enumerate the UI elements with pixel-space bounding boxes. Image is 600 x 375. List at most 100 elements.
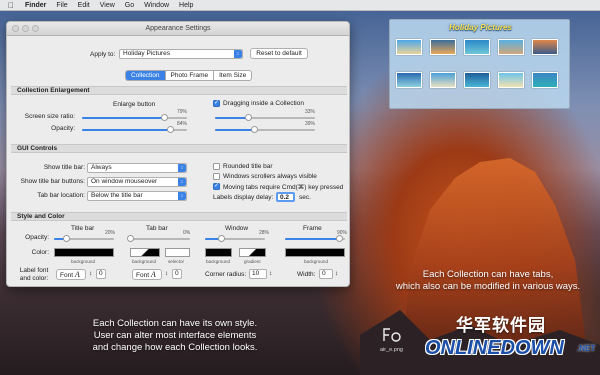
photo-thumbnail[interactable] — [430, 72, 456, 88]
tab-bar-opacity-value: 0% — [183, 230, 191, 236]
width-field[interactable]: 0 — [319, 269, 333, 279]
photo-thumbnail[interactable] — [532, 39, 558, 55]
frame-opacity-slider[interactable] — [285, 235, 345, 242]
window-opacity-value: 28% — [259, 230, 270, 236]
slider-knob[interactable] — [244, 114, 252, 121]
holiday-pictures-collection[interactable]: Holiday Pictures — [389, 19, 570, 109]
tab-bar-background-swatch[interactable] — [130, 248, 160, 257]
menu-help[interactable]: Help — [179, 2, 193, 9]
screen-size-ratio-slider[interactable] — [82, 114, 187, 121]
tab-collection[interactable]: Collection — [126, 71, 166, 80]
rounded-title-bar-checkbox[interactable] — [213, 163, 220, 170]
minimize-button[interactable] — [22, 25, 29, 32]
photo-thumbnail[interactable] — [396, 72, 422, 88]
labels-delay-field[interactable]: 0.2 — [276, 192, 295, 202]
window-background-caption: background — [206, 259, 231, 264]
tab-bar-font-button[interactable]: Font A — [132, 269, 162, 280]
tab-bar-opacity-slider[interactable] — [126, 235, 190, 242]
appearance-settings-window: Appearance Settings Apply to: Holiday Pi… — [6, 21, 350, 287]
title-bar-opacity-value: 20% — [105, 230, 116, 236]
enlarge-button-label: Enlarge button — [113, 101, 156, 108]
title-bar-font-button[interactable]: Font A — [56, 269, 86, 280]
show-title-bar-select[interactable]: Always ↕ — [87, 163, 187, 173]
style-opacity-label: Opacity: — [25, 234, 49, 241]
apply-to-value: Holiday Pictures — [123, 50, 170, 57]
font-button-label: Font — [60, 272, 74, 279]
apply-to-select[interactable]: Holiday Pictures ↕ — [119, 49, 243, 59]
window-title-bar: Appearance Settings — [7, 22, 349, 36]
moving-tabs-label: Moving tabs require Cmd(⌘) key pressed — [223, 184, 344, 191]
font-size-arrows-icon[interactable]: ↕ — [165, 270, 168, 277]
tab-bar-font-size-field[interactable]: 0 — [172, 269, 182, 279]
zoom-button[interactable] — [32, 25, 39, 32]
font-button-label: Font — [136, 272, 150, 279]
font-size-arrows-icon[interactable]: ↕ — [89, 270, 92, 277]
menu-edit[interactable]: Edit — [78, 2, 90, 9]
watermark-domain-suffix: .NET — [577, 344, 596, 353]
slider-knob[interactable] — [218, 235, 226, 242]
stepper-icon[interactable]: ↕ — [335, 270, 338, 277]
dragging-slider-1[interactable] — [215, 114, 315, 121]
developer-logo-text: air_e.png — [380, 347, 403, 353]
close-button[interactable] — [12, 25, 19, 32]
show-title-bar-value: Always — [91, 164, 112, 171]
enlargement-opacity-slider[interactable] — [82, 126, 187, 133]
tab-photo-frame[interactable]: Photo Frame — [166, 71, 215, 80]
caption-tabs: Each Collection can have tabs, which als… — [395, 269, 581, 292]
photo-thumbnail[interactable] — [396, 39, 422, 55]
reset-to-default-button[interactable]: Reset to default — [250, 48, 308, 59]
photo-thumbnail[interactable] — [464, 39, 490, 55]
title-bar-opacity-slider[interactable] — [54, 235, 114, 242]
font-glyph-icon: A — [150, 270, 156, 279]
apple-icon[interactable]:  — [8, 1, 14, 10]
slider-knob[interactable] — [161, 114, 169, 121]
slider-knob[interactable] — [126, 235, 134, 242]
stepper-icon[interactable]: ↕ — [269, 270, 272, 277]
dragging-slider-2[interactable] — [215, 126, 315, 133]
moving-tabs-checkbox[interactable]: ✓ — [213, 183, 220, 190]
tab-bar-location-label: Tab bar location: — [37, 192, 85, 199]
menu-view[interactable]: View — [100, 2, 115, 9]
title-bar-background-caption: background — [71, 259, 96, 264]
chevron-updown-icon: ↕ — [178, 164, 186, 172]
photo-thumbnail[interactable] — [430, 39, 456, 55]
slider-knob[interactable] — [250, 126, 258, 133]
dragging-checkbox[interactable]: ✓ — [213, 100, 220, 107]
menu-file[interactable]: File — [56, 2, 67, 9]
desktop:  Finder File Edit View Go Window Help A… — [0, 0, 600, 375]
title-bar-background-swatch[interactable] — [54, 248, 114, 257]
rounded-title-bar-label: Rounded title bar — [223, 163, 273, 170]
photo-thumbnail[interactable] — [498, 72, 524, 88]
caption-style: Each Collection can have its own style. … — [92, 318, 258, 353]
column-tab-bar: Tab bar — [146, 225, 168, 232]
column-title-bar: Title bar — [71, 225, 95, 232]
photo-thumbnail[interactable] — [464, 72, 490, 88]
column-window: Window — [225, 225, 249, 232]
slider-knob[interactable] — [166, 126, 174, 133]
window-title: Appearance Settings — [145, 25, 211, 32]
slider-knob[interactable] — [62, 235, 70, 242]
tab-bar-location-select[interactable]: Below the title bar ↕ — [87, 191, 187, 201]
title-bar-font-size-field[interactable]: 0 — [96, 269, 106, 279]
photo-thumbnail[interactable] — [532, 72, 558, 88]
frame-background-caption: background — [304, 259, 329, 264]
scrollers-visible-checkbox[interactable] — [213, 173, 220, 180]
tab-item-size[interactable]: Item Size — [214, 71, 251, 80]
photo-thumbnail[interactable] — [498, 39, 524, 55]
tab-bar-selector-swatch[interactable] — [165, 248, 190, 257]
color-label: Color: — [31, 249, 49, 256]
label-font-and-color-label: Label font and color: — [19, 267, 49, 282]
window-background-swatch[interactable] — [205, 248, 232, 257]
window-opacity-slider[interactable] — [205, 235, 265, 242]
frame-background-swatch[interactable] — [285, 248, 345, 257]
show-title-bar-buttons-select[interactable]: On window mouseover ↕ — [87, 177, 187, 187]
menu-go[interactable]: Go — [125, 2, 134, 9]
labels-delay-unit: sec. — [299, 194, 311, 201]
slider-knob[interactable] — [335, 235, 343, 242]
tab-bar: Collection Photo Frame Item Size — [125, 70, 253, 81]
menu-finder[interactable]: Finder — [25, 2, 46, 9]
window-gradient-swatch[interactable] — [239, 248, 266, 257]
menu-window[interactable]: Window — [144, 2, 169, 9]
show-title-bar-buttons-value: On window mouseover — [91, 178, 158, 185]
corner-radius-field[interactable]: 10 — [249, 269, 267, 279]
